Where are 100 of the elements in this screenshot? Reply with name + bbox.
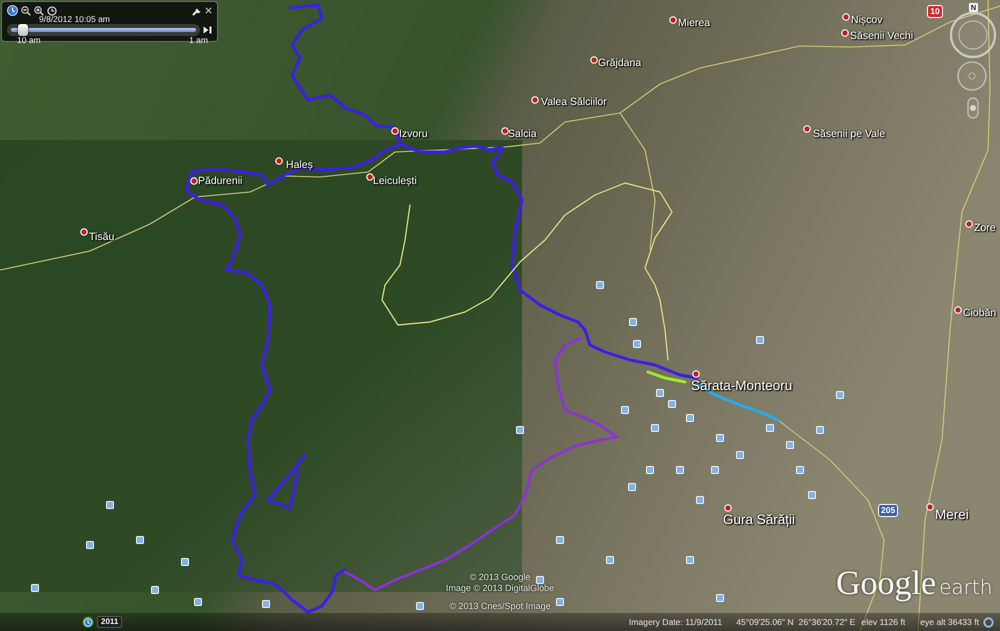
photo-marker-icon[interactable] [516,426,524,434]
road-shield: 205 [878,504,898,517]
look-joystick[interactable] [950,12,996,58]
photo-marker-icon[interactable] [736,451,744,459]
time-end-label: 1 am [189,36,208,45]
place-label: Izvoru [399,128,428,140]
photo-marker-icon[interactable] [628,483,636,491]
photo-marker-icon[interactable] [136,536,144,544]
copyright-text: Image © 2013 DigitalGlobe [446,583,554,594]
dial-icon[interactable] [47,6,57,16]
place-pin-icon [926,503,934,511]
photo-marker-icon[interactable] [711,466,719,474]
skip-to-end-icon[interactable] [203,26,212,34]
time-slider-thumb[interactable] [18,24,28,36]
photo-marker-icon[interactable] [596,281,604,289]
zoom-slider-thumb[interactable] [970,105,976,111]
time-start-label: 10 am [17,36,41,45]
place-label: Ciobăn [963,307,996,319]
photo-marker-icon[interactable] [556,536,564,544]
photo-marker-icon[interactable] [668,400,676,408]
road-shield: 10 [927,5,943,18]
photo-marker-icon[interactable] [766,424,774,432]
place-pin-icon [531,96,539,104]
place-label: Săsenii Vechi [850,30,914,42]
photo-marker-icon[interactable] [151,586,159,594]
place-pin-icon [391,127,399,135]
photo-marker-icon[interactable] [181,558,189,566]
photo-marker-icon[interactable] [646,466,654,474]
photo-marker-icon[interactable] [262,600,270,608]
close-icon[interactable] [205,7,212,14]
photo-marker-icon[interactable] [556,598,564,606]
photo-marker-icon[interactable] [194,598,202,606]
photo-marker-icon[interactable] [716,434,724,442]
latitude-text: 45°09'25.06" N [736,616,794,628]
place-pin-icon [80,228,88,236]
place-label: Haleș [286,159,313,171]
eye-altitude-text: eye alt 36433 ft [920,616,979,628]
photo-marker-icon[interactable] [686,414,694,422]
time-slider-date: 9/8/2012 10:05 am [38,15,111,24]
place-label: Grăjdana [598,57,642,69]
move-joystick[interactable] [957,61,987,91]
clock-icon[interactable] [82,616,94,628]
zoom-in-icon[interactable] [34,6,44,16]
photo-marker-icon[interactable] [786,441,794,449]
place-pin-icon [841,29,849,37]
place-label: Sărata-Monteoru [691,378,792,394]
longitude-text: 26°36'20.72" E [798,616,856,628]
place-label: Pădurenii [198,175,242,187]
place-label: Valea Sălciilor [541,96,607,108]
photo-marker-icon[interactable] [606,556,614,564]
photo-marker-icon[interactable] [86,541,94,549]
copyright-text: © 2013 Cnes/Spot Image [449,601,551,612]
place-label: Merei [935,507,969,523]
place-label: Nișcov [851,14,883,26]
photo-marker-icon[interactable] [106,501,114,509]
photo-marker-icon[interactable] [816,426,824,434]
place-pin-icon [190,177,198,185]
place-label: Zore [974,222,996,234]
zoom-slider[interactable] [967,97,979,119]
app-logo: Google earth [836,566,992,602]
wrench-icon[interactable] [192,6,202,16]
photo-marker-icon[interactable] [836,391,844,399]
photo-marker-icon[interactable] [621,406,629,414]
place-label: Salcia [508,128,537,140]
copyright-text: © 2013 Google [470,572,530,583]
photo-marker-icon[interactable] [536,576,544,584]
time-slider-track[interactable] [7,24,200,36]
photo-marker-icon[interactable] [756,336,764,344]
clock-icon[interactable] [7,5,18,16]
place-pin-icon [590,56,598,64]
photo-marker-icon[interactable] [796,466,804,474]
photo-marker-icon[interactable] [651,424,659,432]
place-pin-icon [275,157,283,165]
ring-icon [983,616,994,628]
photo-marker-icon[interactable] [633,340,641,348]
place-pin-icon [724,504,732,512]
photo-marker-icon[interactable] [686,556,694,564]
photo-marker-icon[interactable] [629,318,637,326]
place-label: Mierea [678,17,710,29]
place-pin-icon [954,306,962,314]
place-pin-icon [366,173,374,181]
photo-marker-icon[interactable] [656,389,664,397]
imagery-date-text: Imagery Date: 11/9/2011 [628,616,722,628]
place-pin-icon [692,370,700,378]
elevation-text: elev 1126 ft [861,616,906,628]
place-pin-icon [842,13,850,21]
photo-marker-icon[interactable] [696,496,704,504]
historical-imagery-year[interactable]: 2011 [97,616,122,628]
place-pin-icon [965,220,973,228]
place-pin-icon [803,125,811,133]
photo-marker-icon[interactable] [31,584,39,592]
photo-marker-icon[interactable] [676,466,684,474]
place-label: Gura Sărății [723,512,796,528]
photo-marker-icon[interactable] [808,491,816,499]
photo-marker-icon[interactable] [716,594,724,602]
zoom-out-icon[interactable] [21,6,31,16]
place-label: Tisău [89,231,114,243]
place-pin-icon [501,127,509,135]
place-label: Leiculești [373,175,417,187]
photo-marker-icon[interactable] [416,602,424,610]
